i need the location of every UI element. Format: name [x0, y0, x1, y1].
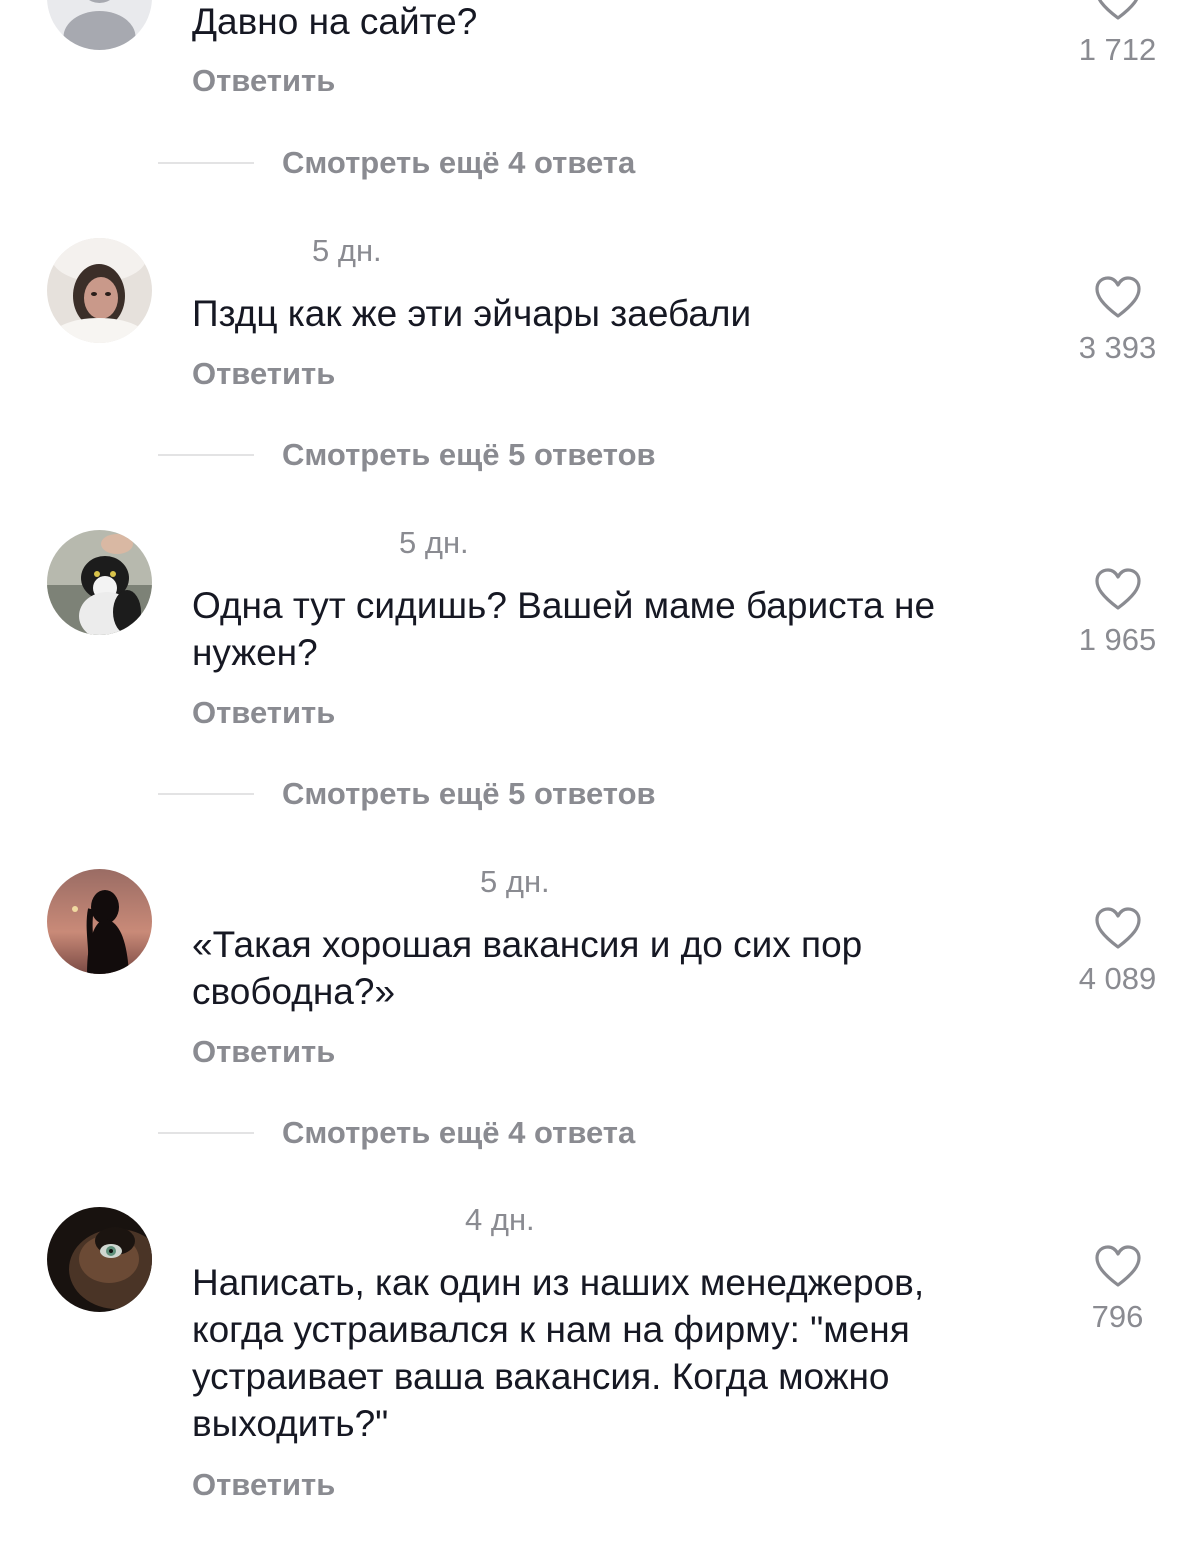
reply-button[interactable]: Ответить: [192, 356, 335, 392]
like-control: 4 089: [1060, 907, 1175, 997]
comment-time: 5 дн.: [480, 864, 550, 899]
divider: [158, 162, 254, 164]
view-more-replies[interactable]: Смотреть ещё 4 ответа: [158, 143, 635, 183]
comment-text: Одна тут сидишь? Вашей маме бариста не н…: [192, 585, 936, 673]
heart-outline-icon[interactable]: [1094, 276, 1142, 320]
view-more-label: Смотреть ещё 5 ответов: [282, 776, 656, 811]
heart-outline-icon[interactable]: [1094, 568, 1142, 612]
heart-outline-icon[interactable]: [1094, 0, 1142, 22]
avatar-user-4[interactable]: [47, 869, 152, 974]
user-photo: [47, 530, 152, 635]
user-photo: [47, 869, 152, 974]
default-avatar-icon: [63, 0, 136, 50]
comment-time: 4 дн.: [465, 1202, 535, 1237]
divider: [158, 793, 254, 795]
comment-text: Давно на сайте?: [192, 1, 478, 42]
like-count: 1 965: [1078, 622, 1157, 657]
like-count: 796: [1091, 1299, 1144, 1334]
view-more-label: Смотреть ещё 4 ответа: [282, 145, 636, 180]
like-control: 796: [1060, 1245, 1175, 1335]
user-photo: [47, 1207, 152, 1312]
avatar-default[interactable]: [47, 0, 152, 50]
divider: [158, 1132, 254, 1134]
comment-text: Пздц как же эти эйчары заебали: [192, 293, 752, 334]
view-more-label: Смотреть ещё 4 ответа: [282, 1115, 636, 1150]
reply-button[interactable]: Ответить: [192, 1034, 335, 1070]
view-more-label: Смотреть ещё 5 ответов: [282, 437, 656, 472]
avatar-user-3[interactable]: [47, 530, 152, 635]
avatar-user-5[interactable]: [47, 1207, 152, 1312]
avatar-user-2[interactable]: [47, 238, 152, 343]
like-control: 3 393: [1060, 276, 1175, 366]
heart-outline-icon[interactable]: [1094, 1245, 1142, 1289]
reply-button[interactable]: Ответить: [192, 1467, 335, 1503]
like-count: 3 393: [1078, 330, 1157, 365]
comment-time: 5 дн.: [399, 525, 469, 560]
view-more-replies[interactable]: Смотреть ещё 5 ответов: [158, 774, 656, 814]
heart-outline-icon[interactable]: [1094, 907, 1142, 951]
like-control: 1 712: [1060, 0, 1175, 68]
user-photo: [47, 238, 152, 343]
view-more-replies[interactable]: Смотреть ещё 4 ответа: [158, 1113, 635, 1153]
like-control: 1 965: [1060, 568, 1175, 658]
comment-time: 5 дн.: [312, 233, 382, 268]
like-count: 1 712: [1078, 32, 1157, 67]
comment-text: Написать, как один из наших менеджеров, …: [192, 1262, 925, 1444]
reply-button[interactable]: Ответить: [192, 63, 335, 99]
comment-text: «Такая хорошая вакансия и до сих пор сво…: [192, 924, 863, 1012]
reply-button[interactable]: Ответить: [192, 695, 335, 731]
view-more-replies[interactable]: Смотреть ещё 5 ответов: [158, 435, 656, 475]
divider: [158, 454, 254, 456]
like-count: 4 089: [1078, 961, 1157, 996]
